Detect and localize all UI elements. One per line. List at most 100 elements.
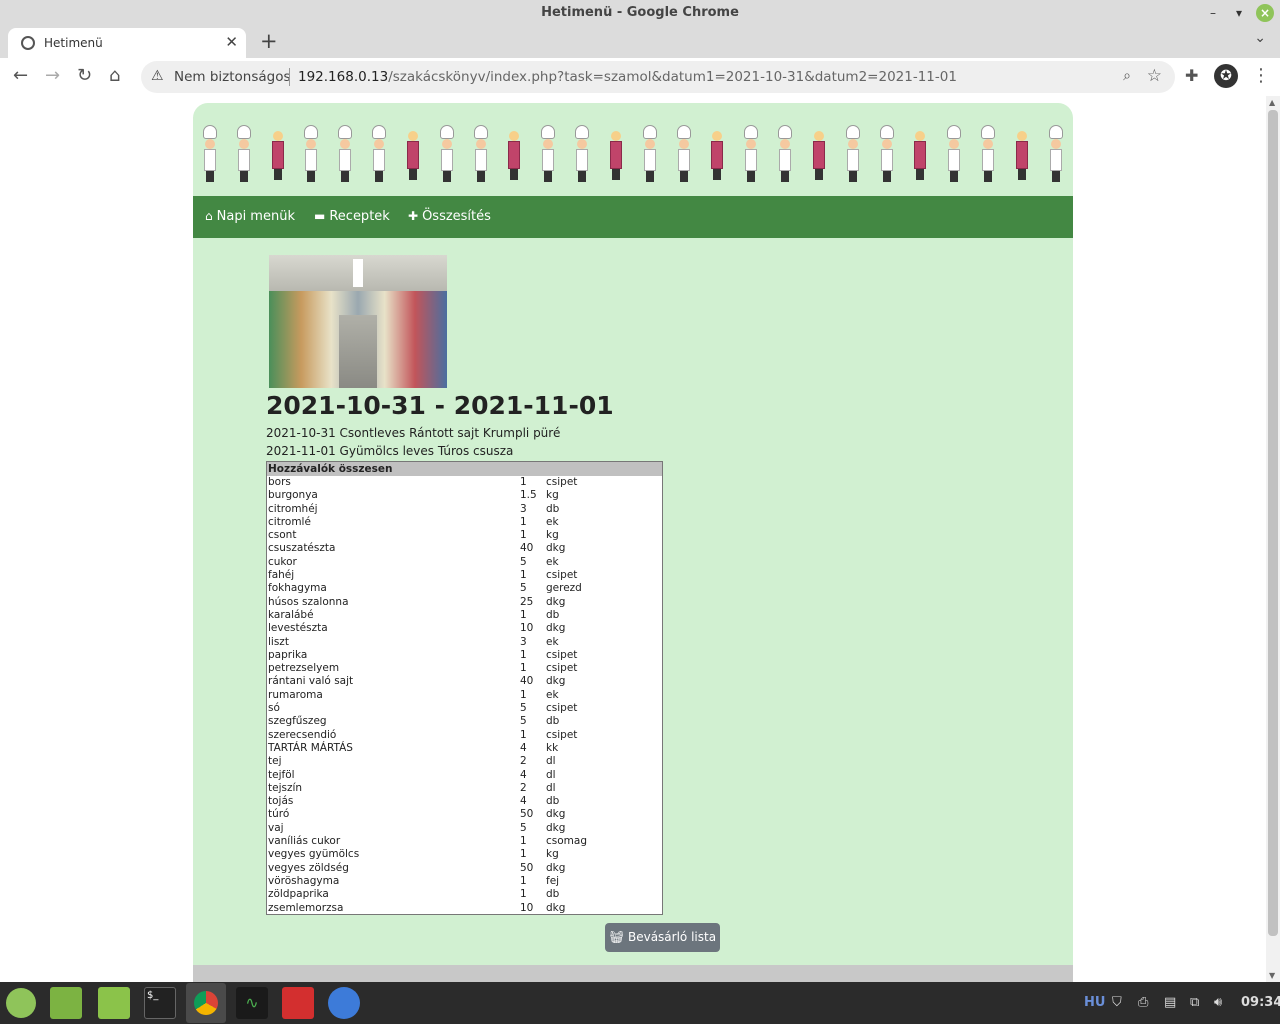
ingredient-unit: dkg: [546, 595, 566, 608]
terminal-icon[interactable]: $_: [144, 987, 176, 1019]
ingredient-name: csuszatészta: [268, 542, 336, 555]
clipboard-icon[interactable]: ▤: [1164, 995, 1176, 1010]
ingredient-qty: 4: [520, 795, 527, 808]
table-row: tojás 4 db: [267, 795, 662, 808]
ingredient-unit: csipet: [546, 648, 578, 661]
nav-daily-menus[interactable]: ⌂ Napi menük: [205, 209, 295, 224]
url-host: 192.168.0.13: [298, 69, 389, 85]
scrollbar-thumb[interactable]: [1268, 110, 1278, 936]
ingredient-name: tejszín: [268, 781, 303, 794]
home-icon[interactable]: ⌂: [109, 65, 120, 86]
divider: [289, 68, 290, 86]
chef-figure: [573, 125, 591, 183]
extensions-puzzle-icon[interactable]: ✚: [1185, 66, 1198, 85]
close-tab-icon[interactable]: ✕: [225, 33, 238, 51]
new-tab-button[interactable]: +: [260, 29, 278, 53]
ingredient-unit: ek: [546, 555, 559, 568]
tab-hetimenu[interactable]: Hetimenü ✕: [8, 28, 246, 58]
ingredient-qty: 1: [520, 888, 527, 901]
forward-icon[interactable]: →: [45, 65, 60, 86]
chef-figure: [336, 125, 354, 183]
book-icon: ▬: [314, 209, 326, 223]
page-container: ⌂ Napi menük ▬ Receptek ✚ Összesítés 2021-1…: [193, 103, 1073, 982]
table-row: vaníliás cukor 1 csomag: [267, 835, 662, 848]
table-row: citromhéj 3 db: [267, 503, 662, 516]
app-icon[interactable]: [282, 987, 314, 1019]
ingredient-name: tojás: [268, 795, 294, 808]
volume-icon[interactable]: 🔊︎: [1214, 995, 1222, 1010]
zoom-icon[interactable]: ⌕: [1123, 68, 1131, 84]
ingredient-unit: ek: [546, 688, 559, 701]
ingredient-unit: csipet: [546, 569, 578, 582]
table-row: zöldpaprika 1 db: [267, 888, 662, 901]
table-row: szegfűszeg 5 db: [267, 715, 662, 728]
nav-daily-label: Napi menük: [216, 209, 295, 224]
warning-icon[interactable]: ⚠: [151, 68, 164, 84]
nav-recipes-label: Receptek: [329, 209, 390, 224]
cook-woman-figure: [269, 125, 287, 183]
shield-icon[interactable]: ⛉: [1112, 995, 1122, 1010]
window-title: Hetimenü - Google Chrome: [541, 5, 739, 20]
nav-recipes[interactable]: ▬ Receptek: [314, 209, 390, 224]
address-bar[interactable]: ⚠ Nem biztonságos 192.168.0.13/szakácskö…: [141, 61, 1175, 93]
ingredient-name: petrezselyem: [268, 662, 340, 675]
ingredient-name: csont: [268, 529, 297, 542]
tab-search-icon[interactable]: ⌄: [1254, 30, 1266, 46]
ingredient-name: fahéj: [268, 569, 295, 582]
printer-icon[interactable]: ⎙: [1138, 995, 1148, 1010]
ingredient-qty: 1: [520, 662, 527, 675]
security-label[interactable]: Nem biztonságos: [174, 69, 291, 85]
nav-summary-label: Összesítés: [422, 209, 491, 224]
app-icon[interactable]: [328, 987, 360, 1019]
scroll-up-icon[interactable]: ▲: [1269, 98, 1275, 107]
chef-figure: [675, 125, 693, 183]
table-row: levestészta 10 dkg: [267, 622, 662, 635]
minimize-button[interactable]: –: [1204, 4, 1222, 22]
chef-figure: [539, 125, 557, 183]
table-row: rumaroma 1 ek: [267, 689, 662, 702]
browser-toolbar: ← → ↻ ⌂ ⚠ Nem biztonságos 192.168.0.13/s…: [0, 58, 1280, 97]
table-row: TARTÁR MÁRTÁS 4 kk: [267, 742, 662, 755]
table-row: vaj 5 dkg: [267, 822, 662, 835]
chef-figure: [1047, 125, 1065, 183]
scroll-down-icon[interactable]: ▼: [1269, 971, 1275, 980]
table-row: tej 2 dl: [267, 755, 662, 768]
close-window-button[interactable]: ×: [1256, 4, 1274, 22]
chrome-taskbar-button[interactable]: [186, 983, 226, 1023]
supermarket-photo: [269, 255, 447, 388]
ingredient-name: levestészta: [268, 622, 328, 635]
ingredient-name: paprika: [268, 648, 308, 661]
ingredient-qty: 5: [520, 715, 527, 728]
back-icon[interactable]: ←: [13, 65, 28, 86]
ingredient-unit: db: [546, 608, 560, 621]
reload-icon[interactable]: ↻: [77, 65, 92, 86]
vertical-scrollbar[interactable]: ▲ ▼: [1266, 96, 1280, 982]
kebab-menu-icon[interactable]: ⋮: [1252, 65, 1270, 86]
ingredient-qty: 50: [520, 861, 534, 874]
clock[interactable]: 09:34: [1241, 995, 1280, 1010]
ingredient-unit: gerezd: [546, 582, 582, 595]
ingredient-qty: 1: [520, 848, 527, 861]
show-desktop-icon[interactable]: [50, 987, 82, 1019]
url-text[interactable]: 192.168.0.13/szakácskönyv/index.php?task…: [298, 69, 957, 85]
cook-woman-figure: [1013, 125, 1031, 183]
mint-menu-icon[interactable]: [6, 988, 36, 1018]
network-icon[interactable]: ⧉: [1190, 995, 1199, 1010]
keyboard-layout[interactable]: HU: [1084, 995, 1105, 1010]
table-row: citromlé 1 ek: [267, 516, 662, 529]
ingredient-qty: 5: [520, 702, 527, 715]
system-monitor-icon[interactable]: ∿: [236, 987, 268, 1019]
nav-summary[interactable]: ✚ Összesítés: [408, 209, 491, 224]
bookmark-star-icon[interactable]: ☆: [1147, 66, 1162, 86]
ingredient-name: vaj: [268, 821, 284, 834]
ingredient-unit: csipet: [546, 728, 578, 741]
shopping-list-button[interactable]: 🧺︎ Bevásárló lista: [605, 923, 720, 952]
maximize-button[interactable]: ▾: [1230, 4, 1248, 22]
table-row: szerecsendió 1 csipet: [267, 729, 662, 742]
ingredient-qty: 1: [520, 835, 527, 848]
ingredient-unit: dkg: [546, 821, 566, 834]
profile-avatar[interactable]: ✪: [1214, 64, 1238, 88]
table-row: burgonya 1.5 kg: [267, 489, 662, 502]
page-footer: [193, 965, 1073, 982]
files-folder-icon[interactable]: [98, 987, 130, 1019]
